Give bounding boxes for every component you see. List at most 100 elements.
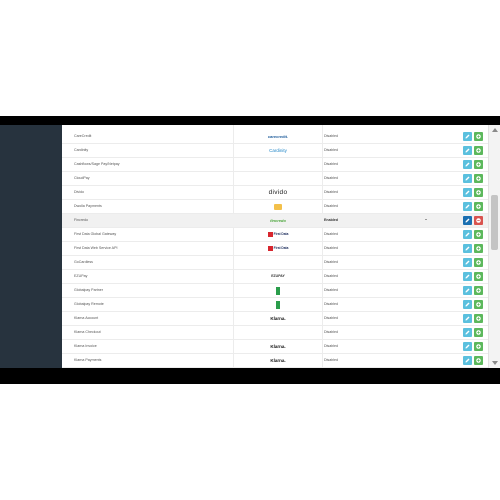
letterbox-bottom — [0, 368, 500, 384]
table-row: Cashflows/Sage Pay/Netpay Disabled — [62, 158, 488, 172]
scrollbar[interactable] — [488, 125, 500, 368]
edit-button[interactable] — [463, 146, 472, 155]
edit-button[interactable] — [463, 258, 472, 267]
edit-button[interactable] — [463, 174, 472, 183]
payment-logo-cell: Klarna. — [234, 340, 322, 353]
install-button[interactable] — [474, 272, 483, 281]
edit-button[interactable] — [463, 356, 472, 365]
payment-logo-cell — [234, 172, 322, 185]
status-label: Disabled — [324, 330, 338, 334]
status-label: Disabled — [324, 358, 338, 362]
plus-circle-icon — [476, 232, 481, 237]
status-label: Disabled — [324, 232, 338, 236]
minus-circle-icon — [476, 218, 481, 223]
table-row: Klarna Checkout Disabled — [62, 326, 488, 340]
install-button[interactable] — [474, 286, 483, 295]
table-row: Klarna Account Klarna. Disabled — [62, 312, 488, 326]
plus-circle-icon — [476, 148, 481, 153]
pencil-icon — [465, 274, 470, 279]
plus-circle-icon — [476, 204, 481, 209]
install-button[interactable] — [474, 328, 483, 337]
table-row: Fincredo fincredo Enabled — [62, 214, 488, 228]
edit-button[interactable] — [463, 244, 472, 253]
pencil-icon — [465, 218, 470, 223]
pencil-icon — [465, 246, 470, 251]
edit-button[interactable] — [463, 132, 472, 141]
payment-method-name: Cardinity — [74, 148, 89, 152]
install-button[interactable] — [474, 202, 483, 211]
klarna-logo: Klarna. — [270, 358, 286, 363]
payment-method-name: Globalpay Remote — [74, 302, 104, 306]
first-data-mark-icon — [267, 246, 273, 251]
table-row: CloudPay Disabled — [62, 172, 488, 186]
plus-circle-icon — [476, 316, 481, 321]
status-label: Disabled — [324, 162, 338, 166]
payment-logo-cell: carecredit. — [234, 130, 322, 143]
install-button[interactable] — [474, 314, 483, 323]
plus-circle-icon — [476, 274, 481, 279]
edit-button[interactable] — [463, 328, 472, 337]
install-button[interactable] — [474, 230, 483, 239]
edit-button[interactable] — [463, 188, 472, 197]
payment-method-name: Dwolla Payments — [74, 204, 102, 208]
status-label: Disabled — [324, 134, 338, 138]
install-button[interactable] — [474, 174, 483, 183]
pencil-icon — [465, 232, 470, 237]
scroll-thumb[interactable] — [491, 195, 498, 250]
plus-circle-icon — [476, 302, 481, 307]
table-row: Globalpay Partner Disabled — [62, 284, 488, 298]
install-button[interactable] — [474, 300, 483, 309]
fincredo-logo: fincredo — [270, 218, 286, 223]
install-button[interactable] — [474, 188, 483, 197]
plus-circle-icon — [476, 162, 481, 167]
edit-button[interactable] — [463, 216, 472, 225]
install-button[interactable] — [474, 356, 483, 365]
plus-circle-icon — [476, 288, 481, 293]
uninstall-button[interactable] — [474, 216, 483, 225]
install-button[interactable] — [474, 146, 483, 155]
carecredit-logo: carecredit. — [267, 134, 289, 139]
status-label: Disabled — [324, 288, 338, 292]
plus-circle-icon — [476, 358, 481, 363]
status-label: Disabled — [324, 302, 338, 306]
pencil-icon — [465, 162, 470, 167]
install-button[interactable] — [474, 244, 483, 253]
edit-button[interactable] — [463, 202, 472, 211]
pencil-icon — [465, 260, 470, 265]
edit-button[interactable] — [463, 286, 472, 295]
status-label: Disabled — [324, 246, 338, 250]
edit-button[interactable] — [463, 160, 472, 169]
dwolla-logo — [274, 203, 282, 210]
plus-circle-icon — [476, 344, 481, 349]
edit-button[interactable] — [463, 314, 472, 323]
scroll-down-icon[interactable] — [492, 361, 498, 365]
pencil-icon — [465, 330, 470, 335]
scroll-up-icon[interactable] — [492, 128, 498, 132]
payment-logo-cell — [234, 256, 322, 269]
edit-button[interactable] — [463, 230, 472, 239]
status-label: Enabled — [324, 218, 338, 222]
edit-button[interactable] — [463, 272, 472, 281]
install-button[interactable] — [474, 342, 483, 351]
payment-method-name: Fincredo — [74, 218, 88, 222]
status-label: Disabled — [324, 190, 338, 194]
status-label: Disabled — [324, 176, 338, 180]
payment-method-name: Klarna Checkout — [74, 330, 101, 334]
pencil-icon — [465, 134, 470, 139]
payment-logo-cell — [234, 298, 322, 311]
install-button[interactable] — [474, 160, 483, 169]
payment-logo-cell: Klarna. — [234, 312, 322, 325]
install-button[interactable] — [474, 258, 483, 267]
edit-button[interactable] — [463, 342, 472, 351]
install-button[interactable] — [474, 132, 483, 141]
payment-method-name: GoCardless — [74, 260, 93, 264]
pencil-icon — [465, 204, 470, 209]
edit-button[interactable] — [463, 300, 472, 309]
table-row: Klarna Invoice Klarna. Disabled — [62, 340, 488, 354]
pencil-icon — [465, 176, 470, 181]
status-label: Disabled — [324, 274, 338, 278]
payment-logo-cell — [234, 284, 322, 297]
table-row: First Data Global Gateway First Data Disab… — [62, 228, 488, 242]
payment-method-name: Globalpay Partner — [74, 288, 103, 292]
payment-method-name: First Data Global Gateway — [74, 232, 117, 236]
